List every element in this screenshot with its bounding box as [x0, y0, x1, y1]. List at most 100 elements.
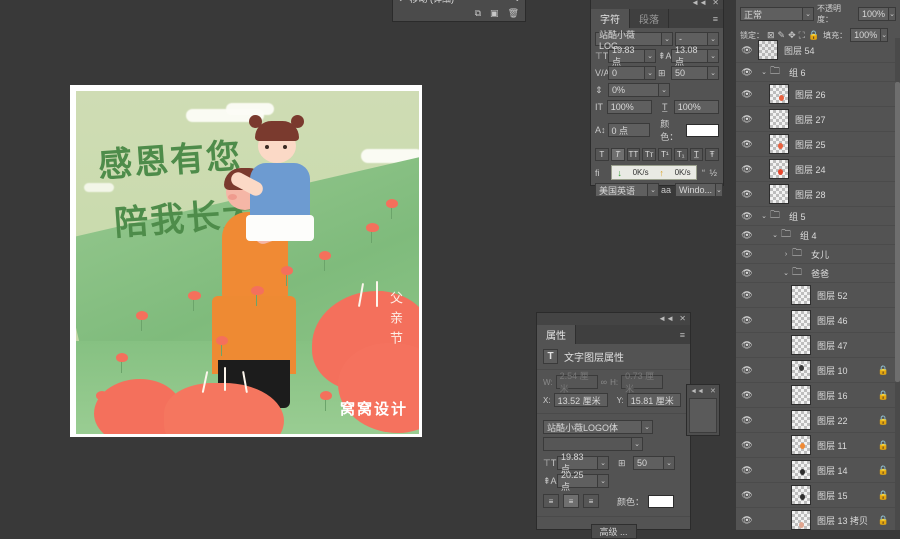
layer-visibility-icon[interactable]: 👁 [736, 440, 758, 451]
tracking-caret-icon[interactable]: ⌄ [708, 66, 719, 80]
style-all-caps-button[interactable]: TT [626, 148, 641, 161]
collapsed-panel-stub[interactable]: ◄◄ ✕ [686, 384, 720, 436]
layer-visibility-icon[interactable]: 👁 [736, 45, 758, 56]
vertical-scale-field[interactable]: 0% [608, 83, 659, 97]
layer-row[interactable]: 👁 图层 54 [736, 38, 895, 63]
tab-paragraph[interactable]: 段落 [630, 9, 669, 28]
layer-row[interactable]: 👁 图层 47 [736, 333, 895, 358]
style-strikethrough-button[interactable]: Ŧ [705, 148, 719, 161]
layer-thumbnail[interactable] [769, 159, 789, 179]
snapshot-icon[interactable]: ▣ [490, 8, 499, 19]
layer-visibility-icon[interactable]: 👁 [736, 230, 758, 241]
layer-visibility-icon[interactable]: 👁 [736, 89, 758, 100]
link-icon[interactable]: ∞ [601, 377, 607, 387]
layer-row[interactable]: 👁 图层 10 🔒 [736, 358, 895, 383]
props-color-swatch[interactable] [648, 494, 675, 508]
layer-row[interactable]: 👁 图层 27 [736, 107, 895, 132]
canvas-area[interactable]: 感恩有您 陪我长大 父亲节 窝窝设计 [0, 0, 588, 530]
layer-row[interactable]: 👁 图层 25 [736, 132, 895, 157]
group-disclosure-icon[interactable]: ⌄ [780, 269, 792, 277]
props-font-size-caret-icon[interactable]: ⌄ [598, 456, 609, 470]
layer-visibility-icon[interactable]: 👁 [736, 415, 758, 426]
layers-scrollbar-thumb[interactable] [895, 82, 900, 382]
layer-thumbnail[interactable] [791, 360, 811, 380]
layer-row[interactable]: 👁 图层 15 🔒 [736, 483, 895, 508]
layer-visibility-icon[interactable]: 👁 [736, 490, 758, 501]
y-field[interactable]: 15.81 厘米 [626, 393, 681, 407]
layer-thumbnail[interactable] [769, 84, 789, 104]
layer-group-row[interactable]: 👁 › 🗀 女儿 [736, 245, 895, 264]
text-color-swatch[interactable] [685, 123, 720, 137]
antialias-caret-icon[interactable]: ⌄ [716, 183, 723, 197]
props-leading-field[interactable]: 20.25 点 [557, 470, 598, 492]
language-caret-icon[interactable]: ⌄ [648, 183, 659, 197]
opacity-caret-icon[interactable]: ⌄ [889, 7, 896, 21]
advanced-button[interactable]: 高级 ... [590, 524, 637, 539]
layer-row[interactable]: 👁 图层 13 拷贝 🔒 [736, 508, 895, 530]
font-size-caret-icon[interactable]: ⌄ [645, 49, 656, 63]
layer-visibility-icon[interactable]: 👁 [736, 268, 758, 279]
close-icon[interactable]: ✕ [710, 387, 716, 395]
artboard[interactable]: 感恩有您 陪我长大 父亲节 窝窝设计 [70, 85, 422, 437]
close-icon[interactable]: ✕ [679, 314, 686, 323]
props-font-family-field[interactable]: 站酷小薇LOGO体 [543, 420, 642, 434]
collapse-icon[interactable]: ◄◄ [691, 0, 707, 7]
style-superscript-button[interactable]: T¹ [658, 148, 672, 161]
font-size-field[interactable]: 19.83 点 [608, 45, 645, 67]
properties-panel-tabs[interactable]: 属性 ≡ [537, 325, 690, 344]
panel-menu-icon[interactable]: ≡ [708, 9, 723, 28]
layer-visibility-icon[interactable]: 👁 [736, 365, 758, 376]
collapse-icon[interactable]: ◄◄ [658, 314, 674, 323]
chevron-down-icon[interactable]: ⌄ [513, 0, 521, 4]
layer-row[interactable]: 👁 图层 46 [736, 308, 895, 333]
layer-lock-icon[interactable]: 🔒 [878, 515, 889, 526]
layer-visibility-icon[interactable]: 👁 [736, 290, 758, 301]
tracking-field[interactable]: 50 [671, 66, 708, 80]
layer-visibility-icon[interactable]: 👁 [736, 515, 758, 526]
group-disclosure-icon[interactable]: ⌄ [769, 231, 781, 239]
layer-lock-icon[interactable]: 🔒 [878, 465, 889, 476]
tab-properties[interactable]: 属性 [537, 325, 576, 344]
layer-thumbnail[interactable] [791, 410, 811, 430]
quote-icon[interactable]: “ [702, 168, 705, 178]
font-style-caret-icon[interactable]: ⌄ [708, 32, 719, 46]
tab-character[interactable]: 字符 [591, 9, 630, 28]
delete-icon[interactable]: 🗑 [508, 8, 519, 19]
layer-group-row[interactable]: 👁 ⌄ 🗀 组 4 [736, 226, 895, 245]
group-disclosure-icon[interactable]: ⌄ [758, 68, 770, 76]
layer-list[interactable]: 👁 图层 54 👁 ⌄ 🗀 组 6 👁 图层 26 👁 图层 27 👁 图层 25 👁 图层 24 👁 图层 … [736, 38, 895, 530]
layer-thumbnail[interactable] [791, 460, 811, 480]
layer-row[interactable]: 👁 图层 14 🔒 [736, 458, 895, 483]
layer-visibility-icon[interactable]: 👁 [736, 340, 758, 351]
character-panel-titlebar[interactable]: ◄◄ ✕ [591, 0, 723, 9]
layer-thumbnail[interactable] [791, 435, 811, 455]
layer-visibility-icon[interactable]: 👁 [736, 390, 758, 401]
group-disclosure-icon[interactable]: ⌄ [758, 212, 770, 220]
props-tracking-field[interactable]: 50 [633, 456, 664, 470]
antialias-field[interactable]: Windo... [675, 183, 717, 197]
layer-visibility-icon[interactable]: 👁 [736, 315, 758, 326]
style-faux-bold-button[interactable]: T [595, 148, 609, 161]
blend-mode-field[interactable]: 正常 [740, 7, 804, 21]
kerning-field[interactable]: 0 [608, 66, 645, 80]
layer-thumbnail[interactable] [769, 109, 789, 129]
font-family-caret-icon[interactable]: ⌄ [662, 32, 673, 46]
kerning-caret-icon[interactable]: ⌄ [645, 66, 656, 80]
align-left-button[interactable]: ≡ [543, 494, 559, 508]
layer-lock-icon[interactable]: 🔒 [878, 415, 889, 426]
layer-row[interactable]: 👁 图层 24 [736, 157, 895, 182]
layer-group-row[interactable]: 👁 ⌄ 🗀 组 6 [736, 63, 895, 82]
style-faux-italic-button[interactable]: T [610, 148, 625, 161]
layer-visibility-icon[interactable]: 👁 [736, 114, 758, 125]
vertical-scale-caret-icon[interactable]: ⌄ [659, 83, 670, 97]
layer-row[interactable]: 👁 图层 52 [736, 283, 895, 308]
layer-row[interactable]: 👁 图层 16 🔒 [736, 383, 895, 408]
layer-visibility-icon[interactable]: 👁 [736, 465, 758, 476]
fraction-icon[interactable]: ½ [709, 168, 717, 178]
language-field[interactable]: 美国英语 [595, 183, 648, 197]
align-center-button[interactable]: ≡ [563, 494, 579, 508]
layer-lock-icon[interactable]: 🔒 [878, 440, 889, 451]
props-font-style-field[interactable] [543, 437, 632, 451]
collapse-icon[interactable]: ◄◄ [690, 388, 704, 395]
blend-mode-caret-icon[interactable]: ⌄ [803, 7, 815, 21]
